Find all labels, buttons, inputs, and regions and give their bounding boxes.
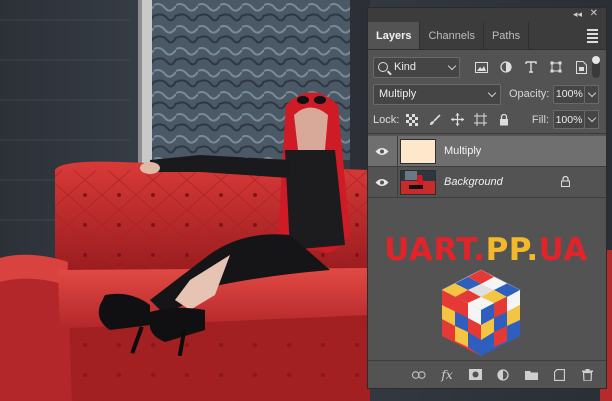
- search-icon: [378, 62, 388, 72]
- layer-thumbnail[interactable]: [400, 169, 436, 195]
- blend-mode-value: Multiply: [379, 88, 417, 100]
- adjustment-layer-filter-icon[interactable]: [499, 60, 513, 74]
- layer-lock-icon: [561, 175, 570, 190]
- layer-name[interactable]: Background: [444, 176, 503, 188]
- lock-transparent-pixels-icon[interactable]: [405, 113, 418, 126]
- tab-paths[interactable]: Paths: [484, 22, 530, 49]
- blend-mode-select[interactable]: Multiply: [373, 83, 501, 105]
- watermark-cube-logo: [441, 269, 521, 356]
- watermark-part-2: PP.: [485, 232, 539, 268]
- lock-label: Lock:: [373, 113, 400, 126]
- visibility-eye-icon[interactable]: [368, 178, 396, 187]
- layer-row-multiply[interactable]: Multiply: [368, 136, 606, 167]
- watermark-part-1: UART.: [384, 232, 486, 268]
- layer-style-fx-icon[interactable]: fx: [440, 368, 454, 382]
- opacity-dropdown[interactable]: [585, 84, 600, 104]
- watermark-part-3: UA: [538, 232, 588, 268]
- pixel-layer-filter-icon[interactable]: [474, 60, 488, 74]
- fill-dropdown[interactable]: [585, 110, 599, 129]
- new-group-folder-icon[interactable]: [524, 368, 538, 382]
- chevron-down-icon: [587, 113, 596, 123]
- layer-thumbnail[interactable]: [400, 138, 436, 164]
- lock-image-pixels-icon[interactable]: [428, 113, 441, 126]
- lock-position-icon[interactable]: [451, 113, 465, 126]
- kind-filter-label: Kind: [394, 61, 417, 73]
- close-icon[interactable]: ✕: [590, 8, 598, 19]
- layer-name[interactable]: Multiply: [444, 145, 481, 157]
- panel-menu-icon[interactable]: [587, 29, 598, 45]
- panel-footer: fx: [368, 360, 606, 388]
- link-layers-icon[interactable]: [412, 368, 426, 382]
- add-mask-icon[interactable]: [468, 368, 482, 382]
- watermark-text: UART.PP.UA: [368, 232, 604, 268]
- panel-tabs: Layers Channels Paths: [368, 22, 606, 50]
- layers-list: Multiply Background: [368, 136, 606, 198]
- tab-layers[interactable]: Layers: [368, 22, 421, 49]
- layer-row-background[interactable]: Background: [368, 167, 606, 198]
- fill-label: Fill:: [531, 113, 549, 126]
- lock-all-icon[interactable]: [497, 113, 510, 126]
- opacity-label: Opacity:: [509, 88, 550, 100]
- type-layer-filter-icon[interactable]: [524, 60, 538, 74]
- new-adjustment-layer-icon[interactable]: [496, 368, 510, 382]
- filter-row: Kind: [368, 54, 606, 80]
- chevron-down-icon: [587, 88, 597, 97]
- fill-input[interactable]: 100%: [553, 110, 585, 129]
- tab-channels[interactable]: Channels: [420, 22, 484, 49]
- visibility-eye-icon[interactable]: [368, 147, 396, 156]
- collapse-icon[interactable]: ◂◂: [573, 9, 582, 20]
- blend-row: Multiply Opacity: 100%: [368, 81, 606, 107]
- opacity-input[interactable]: 100%: [553, 84, 586, 104]
- shape-layer-filter-icon[interactable]: [549, 60, 563, 74]
- filter-toggle[interactable]: [592, 56, 600, 78]
- panel-title-bar[interactable]: ◂◂ ✕: [368, 8, 606, 22]
- new-layer-icon[interactable]: [552, 368, 566, 382]
- lock-artboard-icon[interactable]: [474, 113, 488, 126]
- lock-row: Lock: Fill: 100%: [368, 108, 606, 134]
- chevron-down-icon: [487, 88, 497, 97]
- kind-filter-select[interactable]: Kind: [373, 56, 460, 78]
- smart-object-filter-icon[interactable]: [574, 60, 588, 74]
- chevron-down-icon: [447, 61, 457, 70]
- delete-layer-trash-icon[interactable]: [580, 368, 594, 382]
